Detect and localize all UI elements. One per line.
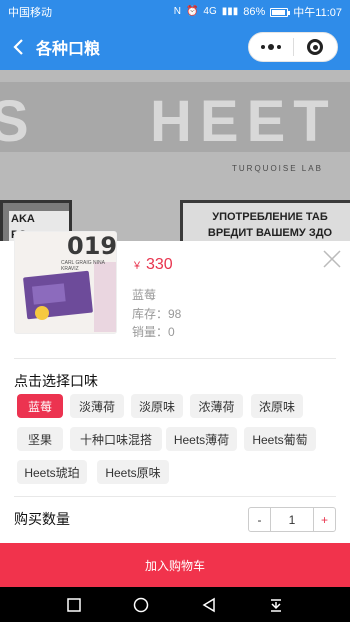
flavor-option[interactable]: 十种口味混搭 xyxy=(70,427,162,451)
banner-brand: HEET xyxy=(150,89,337,154)
banner-brand-left: S xyxy=(0,89,29,154)
close-miniprogram-button[interactable] xyxy=(293,39,337,55)
nfc-icon: N xyxy=(173,6,181,17)
close-icon xyxy=(323,250,341,268)
flavor-option[interactable]: 坚果 xyxy=(17,427,63,451)
divider xyxy=(14,358,336,359)
circle-icon xyxy=(134,597,149,612)
nav-bar: 各种口粮 xyxy=(0,24,350,70)
flavor-option[interactable]: Heets原味 xyxy=(97,460,169,484)
stock-label: 库存：98 xyxy=(132,307,182,321)
thumb-card-inner xyxy=(31,283,66,305)
quantity-stepper: - 1 + xyxy=(248,507,336,532)
quantity-label: 购买数量 xyxy=(14,511,70,527)
recents-button[interactable] xyxy=(64,595,84,615)
decrease-button[interactable]: - xyxy=(249,508,271,531)
status-icons: N ⏰ 4G ▮▮▮ 86% 中午11:07 xyxy=(174,4,342,20)
more-dot-right xyxy=(276,45,281,49)
notification-shade-button[interactable] xyxy=(266,595,286,615)
flavor-option[interactable]: 淡薄荷 xyxy=(70,394,124,418)
flavor-option[interactable]: 浓薄荷 xyxy=(190,394,243,418)
back-nav-button[interactable] xyxy=(199,595,219,615)
carrier-label: 中国移动 xyxy=(8,7,52,19)
miniprogram-capsule xyxy=(248,32,338,62)
target-icon xyxy=(307,39,324,55)
more-button[interactable] xyxy=(249,44,293,50)
battery-label: 86% xyxy=(243,6,266,18)
battery-icon xyxy=(270,7,291,17)
page-title: 各种口粮 xyxy=(36,41,101,58)
triangle-back-icon xyxy=(202,597,215,612)
back-button[interactable] xyxy=(0,24,36,70)
price-value: 330 xyxy=(146,256,173,273)
product-thumbnail: 019 CARL GRAIG NINA KRAVIZ xyxy=(14,231,117,334)
signal-type-label: 4G xyxy=(203,6,217,17)
thumb-decor-pink xyxy=(94,262,116,332)
alarm-icon: ⏰ xyxy=(185,6,199,17)
home-button[interactable] xyxy=(131,595,151,615)
flavor-option[interactable]: 蓝莓 xyxy=(17,394,63,418)
more-dot-center xyxy=(267,44,274,50)
time-label: 中午11:07 xyxy=(293,7,342,19)
currency-symbol: ￥ xyxy=(132,261,142,272)
sales-label: 销量：0 xyxy=(132,325,175,339)
flavor-option[interactable]: 淡原味 xyxy=(131,394,183,418)
more-dots-icon xyxy=(260,45,265,49)
square-icon xyxy=(67,597,81,612)
flavor-option[interactable]: Heets薄荷 xyxy=(166,427,237,451)
flavor-option[interactable]: Heets琥珀 xyxy=(17,460,87,484)
flavor-option[interactable]: 浓原味 xyxy=(251,394,303,418)
chevron-left-icon xyxy=(13,39,23,55)
banner-subtitle: TURQUOISE LAB xyxy=(232,164,323,173)
increase-button[interactable]: + xyxy=(313,508,335,531)
product-price: ￥ 330 xyxy=(132,256,173,274)
pull-down-icon xyxy=(271,598,282,612)
status-bar: 中国移动 N ⏰ 4G ▮▮▮ 86% 中午11:07 xyxy=(0,0,350,24)
add-to-cart-button[interactable]: 加入购物车 xyxy=(0,543,350,588)
selected-flavor: 蓝莓 xyxy=(132,288,157,302)
quantity-value[interactable]: 1 xyxy=(271,508,313,531)
thumb-number: 019 xyxy=(67,232,117,260)
target-dot xyxy=(312,44,318,50)
divider xyxy=(14,496,336,497)
thumb-ball xyxy=(35,306,49,320)
flavor-option[interactable]: Heets葡萄 xyxy=(244,427,316,451)
sku-sheet: 019 CARL GRAIG NINA KRAVIZ ￥ 330 蓝莓 库存：98… xyxy=(0,231,350,622)
signal-icon: ▮▮▮ xyxy=(221,6,239,17)
thumb-card xyxy=(22,270,94,320)
close-sheet-button[interactable] xyxy=(322,249,342,269)
flavor-section-title: 点击选择口味 xyxy=(14,373,98,389)
android-nav-bar xyxy=(0,587,350,622)
